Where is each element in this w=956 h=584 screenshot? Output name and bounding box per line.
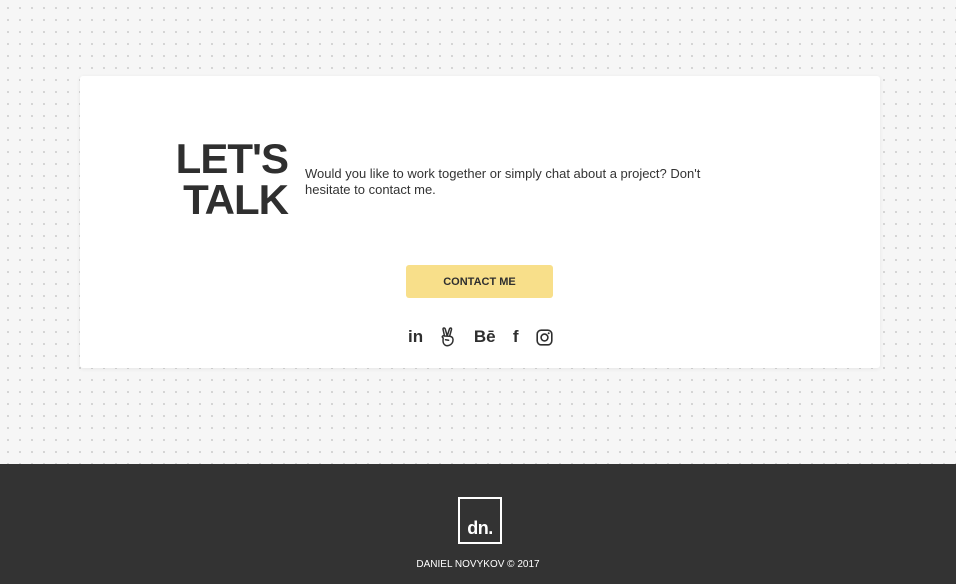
linkedin-icon[interactable]: in (408, 326, 423, 348)
logo[interactable]: dn. (458, 497, 502, 544)
heading-line-2: TALK (183, 176, 289, 223)
footer: dn. DANIEL NOVYKOV © 2017 (0, 464, 956, 584)
contact-me-button[interactable]: CONTACT ME (406, 265, 553, 298)
facebook-icon[interactable]: f (513, 326, 519, 348)
behance-icon[interactable]: Bē (474, 326, 496, 348)
instagram-icon[interactable] (536, 326, 553, 348)
page-title: LET'S TALK (168, 135, 289, 223)
angellist-icon[interactable] (440, 326, 456, 348)
social-links: in Bē f (408, 326, 553, 348)
copyright-text: DANIEL NOVYKOV © 2017 (416, 559, 540, 570)
contact-card: LET'S TALK Would you like to work togeth… (80, 76, 880, 368)
intro-text: Would you like to work together or simpl… (305, 166, 701, 197)
heading-line-1: LET'S (175, 135, 289, 182)
